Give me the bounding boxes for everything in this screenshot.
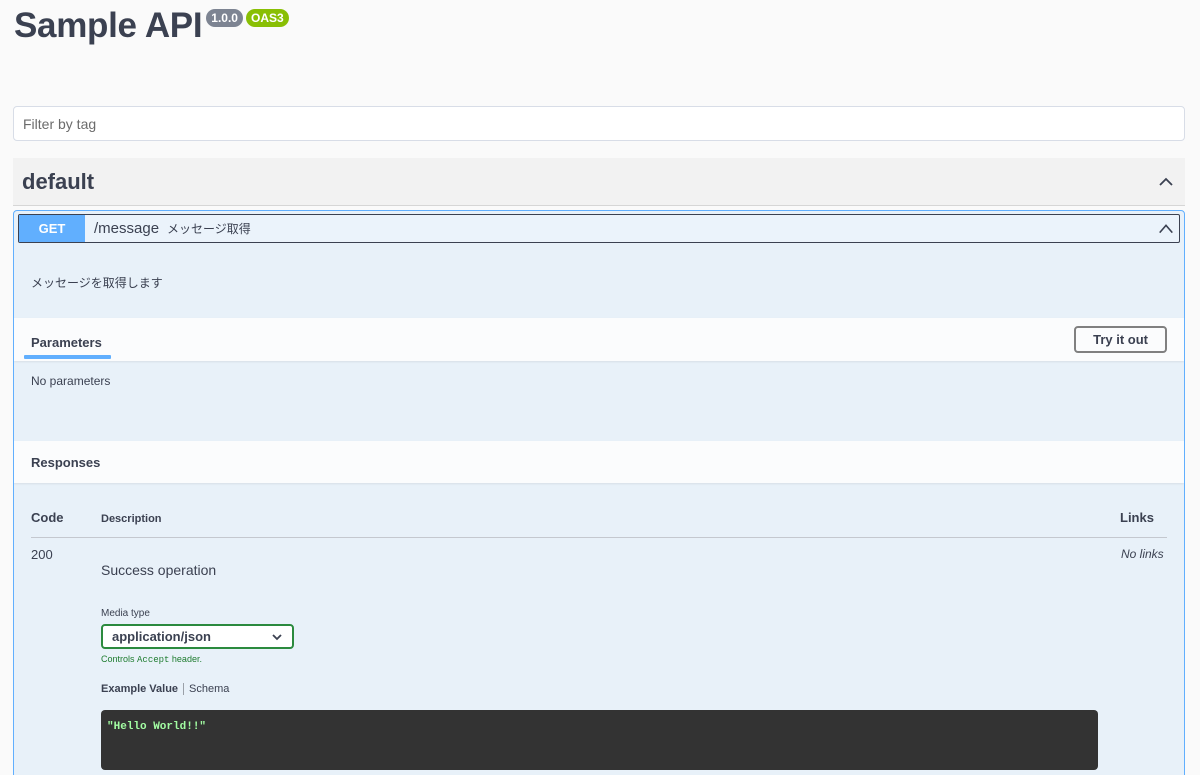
- media-hint-suffix: header.: [169, 654, 202, 664]
- http-method-badge: GET: [19, 215, 85, 242]
- tab-active-indicator: [24, 355, 111, 359]
- no-parameters-text: No parameters: [31, 374, 111, 388]
- parameters-header: Parameters Try it out: [14, 318, 1184, 361]
- response-description: Success operation: [101, 562, 217, 578]
- chevron-down-icon: [272, 633, 282, 640]
- table-header-divider: [31, 537, 1167, 538]
- media-hint-prefix: Controls: [101, 654, 138, 664]
- tab-example-value[interactable]: Example Value: [101, 683, 178, 695]
- responses-title: Responses: [31, 454, 101, 470]
- tag-name: default: [22, 168, 95, 194]
- example-tabs: Example Value Schema: [101, 683, 229, 695]
- api-title-block: Sample API 1.0.0 OAS3: [14, 6, 289, 46]
- media-type-label: Media type: [101, 608, 150, 619]
- column-header-description: Description: [101, 513, 162, 525]
- tag-section-header[interactable]: default: [13, 158, 1185, 206]
- media-type-select[interactable]: application/json: [101, 624, 294, 649]
- operation-path: /message: [94, 220, 160, 237]
- responses-header: Responses: [14, 441, 1184, 483]
- operation-description: メッセージを取得します: [31, 276, 163, 290]
- operation-block-get: GET /message メッセージ取得 メッセージを取得します Paramet…: [13, 210, 1185, 775]
- chevron-up-icon[interactable]: [1156, 172, 1176, 192]
- response-links: No links: [1121, 547, 1164, 561]
- example-value-text: "Hello World!!": [107, 721, 207, 733]
- chevron-up-icon[interactable]: [1157, 220, 1175, 238]
- response-code: 200: [31, 547, 53, 562]
- media-type-hint: Controls Accept header.: [101, 654, 202, 665]
- filter-by-tag-input[interactable]: [13, 106, 1185, 141]
- column-header-code: Code: [31, 510, 64, 525]
- operation-summary-text: メッセージ取得: [167, 222, 251, 236]
- tab-separator: [183, 683, 185, 695]
- oas-badge: OAS3: [245, 9, 289, 27]
- operation-summary[interactable]: GET /message メッセージ取得: [18, 214, 1180, 243]
- version-badge: 1.0.0: [206, 9, 243, 27]
- media-type-value: application/json: [112, 629, 211, 644]
- column-header-links: Links: [1120, 510, 1154, 525]
- media-hint-code: Accept: [137, 655, 170, 665]
- tab-schema[interactable]: Schema: [189, 683, 229, 695]
- example-code-block: "Hello World!!": [101, 710, 1098, 770]
- try-it-out-button[interactable]: Try it out: [1074, 326, 1167, 353]
- page-title: Sample API: [14, 6, 203, 45]
